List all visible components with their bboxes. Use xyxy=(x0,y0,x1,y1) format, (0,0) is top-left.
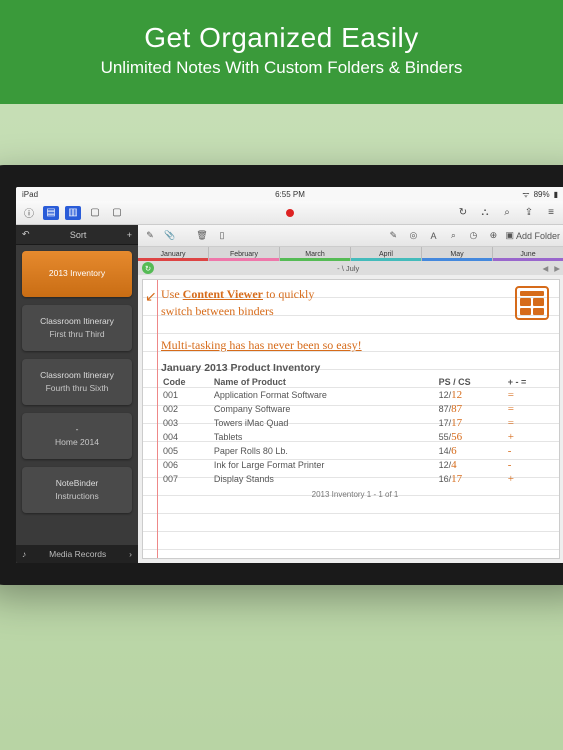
table-row: 004Tablets55/56+ xyxy=(161,430,549,444)
table-row: 001Application Format Software12/12= xyxy=(161,388,549,402)
chevron-right-icon: › xyxy=(129,549,132,559)
share-icon[interactable]: ⇪ xyxy=(520,204,538,222)
view-icon-3[interactable]: ▢ xyxy=(86,204,104,222)
col-pscs: PS / CS xyxy=(437,376,506,388)
inventory-footer: 2013 Inventory 1 - 1 of 1 xyxy=(161,490,549,499)
promo-banner: Get Organized Easily Unlimited Notes Wit… xyxy=(0,0,563,104)
text-icon[interactable]: A xyxy=(425,228,441,244)
people-icon[interactable]: ⛬ xyxy=(476,204,494,222)
clock: 6:55 PM xyxy=(275,190,305,199)
add-folder-label: Add Folder xyxy=(516,231,560,241)
note-line-2: switch between binders xyxy=(161,303,549,320)
table-row: 003Towers iMac Quad17/17= xyxy=(161,416,549,430)
sidebar: ↶ Sort + 2013 Inventory Classroom Itiner… xyxy=(16,225,138,563)
tab-march[interactable]: March xyxy=(280,247,351,261)
inventory-title: January 2013 Product Inventory xyxy=(161,362,549,374)
table-header-row: Code Name of Product PS / CS + - = xyxy=(161,376,549,388)
page-icon[interactable]: ▯ xyxy=(214,228,230,244)
media-label: Media Records xyxy=(49,549,106,559)
record-icon[interactable] xyxy=(286,209,294,217)
calculator-icon xyxy=(515,286,549,320)
zoom-icon[interactable]: ⊕ xyxy=(485,228,501,244)
viewer-toolbar: ✎ 📎 🗑 ▯ ✎ ◎ A ⌕ ◷ ⊕ ▣ Add Folder xyxy=(138,225,563,247)
wifi-icon: ᯤ xyxy=(522,189,529,200)
device-label: iPad xyxy=(22,190,38,199)
undo-icon[interactable]: ↶ xyxy=(22,229,30,240)
media-icon: ♪ xyxy=(22,549,26,559)
search-icon[interactable]: ⌕ xyxy=(498,204,516,222)
nav-right-icon[interactable]: ▶ xyxy=(554,264,560,273)
arrow-icon: ↙ xyxy=(145,288,157,305)
pen-icon[interactable]: ✎ xyxy=(385,228,401,244)
note-line-3: Multi-tasking has has never been so easy… xyxy=(161,337,549,354)
tab-june[interactable]: June xyxy=(493,247,563,261)
table-row: 005Paper Rolls 80 Lb.14/6- xyxy=(161,444,549,458)
col-code: Code xyxy=(161,376,212,388)
month-tabs: January February March April May June xyxy=(138,247,563,261)
screen: iPad 6:55 PM ᯤ 89% ▮ ⓘ ▤ ▥ ▢ ▢ ↻ ⛬ ⌕ ⇪ ≡ xyxy=(16,187,563,563)
attach-icon[interactable]: 📎 xyxy=(162,228,178,244)
tab-february[interactable]: February xyxy=(209,247,280,261)
find-icon[interactable]: ⌕ xyxy=(445,228,461,244)
sidebar-list: 2013 Inventory Classroom Itinerary First… xyxy=(16,245,138,545)
sidebar-item[interactable]: Classroom Itinerary First thru Third xyxy=(22,305,132,351)
more-icon[interactable]: ≡ xyxy=(542,204,560,222)
note-line-1: Use Content Viewer to quickly xyxy=(161,286,549,303)
add-folder-button[interactable]: ▣ Add Folder xyxy=(505,230,560,241)
table-row: 007Display Stands16/17+ xyxy=(161,472,549,486)
sidebar-item[interactable]: Classroom Itinerary Fourth thru Sixth xyxy=(22,359,132,405)
inventory-table: Code Name of Product PS / CS + - = 001Ap… xyxy=(161,376,549,486)
view-icon-2[interactable]: ▥ xyxy=(65,206,81,220)
add-folder-icon: ▣ xyxy=(505,230,514,241)
viewer: ✎ 📎 🗑 ▯ ✎ ◎ A ⌕ ◷ ⊕ ▣ Add Folder xyxy=(138,225,563,563)
col-name: Name of Product xyxy=(212,376,437,388)
top-toolbar: ⓘ ▤ ▥ ▢ ▢ ↻ ⛬ ⌕ ⇪ ≡ xyxy=(16,201,563,225)
edit-icon[interactable]: ✎ xyxy=(142,228,158,244)
add-button[interactable]: + xyxy=(127,230,132,240)
view-icon-4[interactable]: ▢ xyxy=(108,204,126,222)
sort-button[interactable]: Sort xyxy=(70,230,87,240)
timer-icon[interactable]: ◷ xyxy=(465,228,481,244)
table-row: 006Ink for Large Format Printer12/4- xyxy=(161,458,549,472)
crumb-text: - \ July xyxy=(158,264,538,273)
col-pm: + - = xyxy=(506,376,549,388)
banner-subtitle: Unlimited Notes With Custom Folders & Bi… xyxy=(10,58,553,78)
sidebar-item[interactable]: NoteBinder Instructions xyxy=(22,467,132,513)
status-bar: iPad 6:55 PM ᯤ 89% ▮ xyxy=(16,187,563,201)
tablet-frame: iPad 6:55 PM ᯤ 89% ▮ ⓘ ▤ ▥ ▢ ▢ ↻ ⛬ ⌕ ⇪ ≡ xyxy=(0,165,563,585)
tab-may[interactable]: May xyxy=(422,247,493,261)
refresh-icon[interactable]: ↻ xyxy=(142,262,154,274)
tab-april[interactable]: April xyxy=(351,247,422,261)
banner-title: Get Organized Easily xyxy=(10,22,553,54)
trash-icon[interactable]: 🗑 xyxy=(194,228,210,244)
sidebar-footer[interactable]: ♪ Media Records › xyxy=(16,545,138,563)
sync-icon[interactable]: ↻ xyxy=(454,204,472,222)
view-icon-1[interactable]: ▤ xyxy=(43,206,59,220)
battery-icon: ▮ xyxy=(554,190,558,199)
nav-left-icon[interactable]: ◀ xyxy=(542,264,548,273)
sidebar-item[interactable]: - Home 2014 xyxy=(22,413,132,459)
tab-january[interactable]: January xyxy=(138,247,209,261)
sidebar-item-inventory[interactable]: 2013 Inventory xyxy=(22,251,132,297)
camera-icon[interactable]: ◎ xyxy=(405,228,421,244)
note-paper[interactable]: ↙ Use Content Viewer to quickly switch b… xyxy=(142,279,560,559)
table-row: 002Company Software87/87= xyxy=(161,402,549,416)
battery-label: 89% xyxy=(534,190,550,199)
info-icon[interactable]: ⓘ xyxy=(20,204,38,222)
sidebar-header: ↶ Sort + xyxy=(16,225,138,245)
breadcrumb: ↻ - \ July ◀ ▶ xyxy=(138,261,563,275)
